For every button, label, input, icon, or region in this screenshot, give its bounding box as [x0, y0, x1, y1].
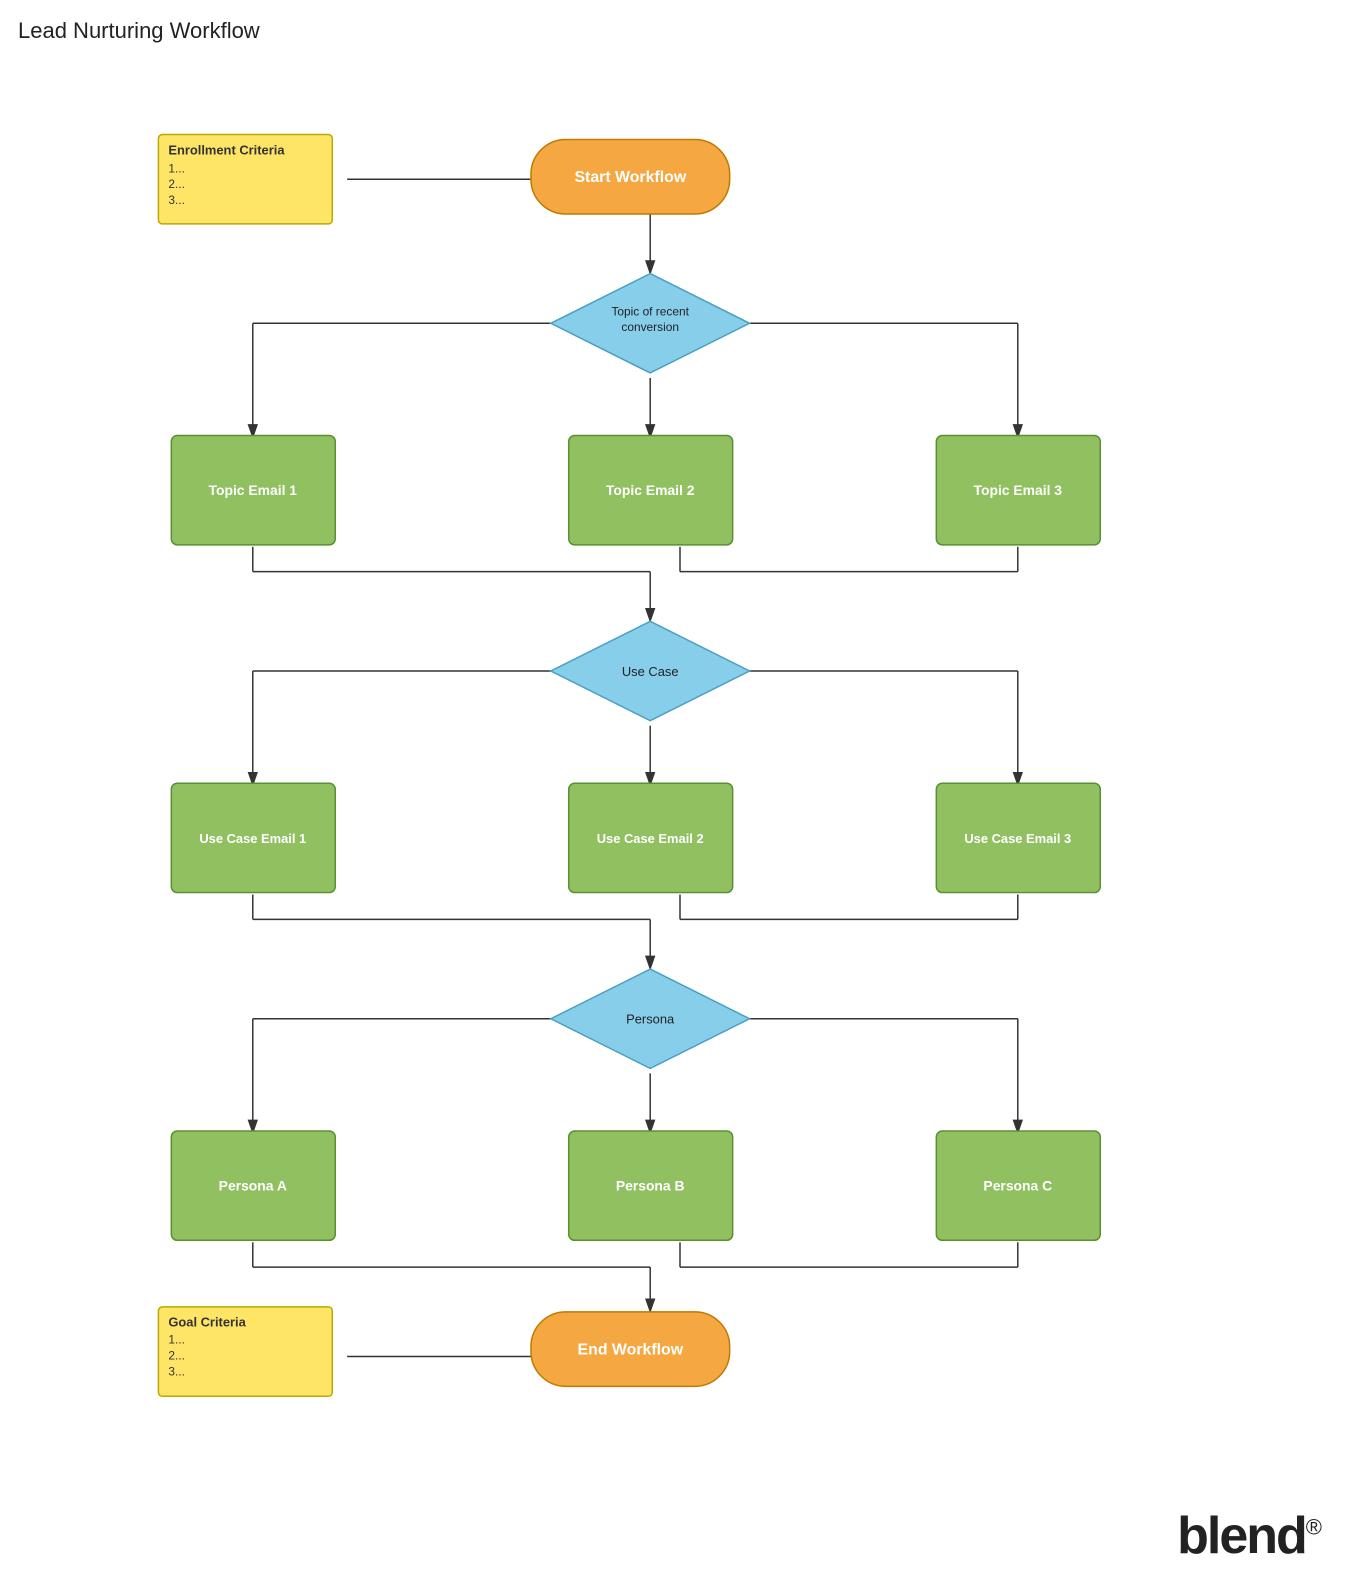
usecase-email1-label: Use Case Email 1 [199, 831, 306, 846]
topic-email2-label: Topic Email 2 [606, 482, 695, 498]
blend-logo: blend® [1177, 1506, 1320, 1566]
goal-label: Goal Criteria [168, 1315, 246, 1330]
svg-text:3...: 3... [168, 1364, 185, 1378]
svg-text:1...: 1... [168, 161, 185, 175]
usecase-email2-label: Use Case Email 2 [597, 831, 704, 846]
topic-email1-label: Topic Email 1 [209, 482, 298, 498]
decision2-label: Use Case [622, 664, 679, 679]
enrollment-label: Enrollment Criteria [168, 142, 285, 157]
decision1-label-line2: conversion [621, 320, 679, 334]
page-title: Lead Nurturing Workflow [18, 18, 260, 44]
diagram-container: Enrollment Criteria 1... 2... 3... Start… [0, 60, 1360, 1590]
persona-a-label: Persona A [219, 1178, 287, 1194]
usecase-email3-label: Use Case Email 3 [964, 831, 1071, 846]
persona-c-label: Persona C [983, 1178, 1052, 1194]
end-label: End Workflow [578, 1342, 684, 1359]
svg-text:2...: 2... [168, 177, 185, 191]
svg-text:1...: 1... [168, 1333, 185, 1347]
decision3-label: Persona [626, 1012, 675, 1027]
svg-text:3...: 3... [168, 193, 185, 207]
decision1-label-line1: Topic of recent [611, 304, 689, 318]
topic-email3-label: Topic Email 3 [974, 482, 1063, 498]
svg-text:2...: 2... [168, 1349, 185, 1363]
persona-b-label: Persona B [616, 1178, 685, 1194]
start-label: Start Workflow [574, 169, 686, 186]
